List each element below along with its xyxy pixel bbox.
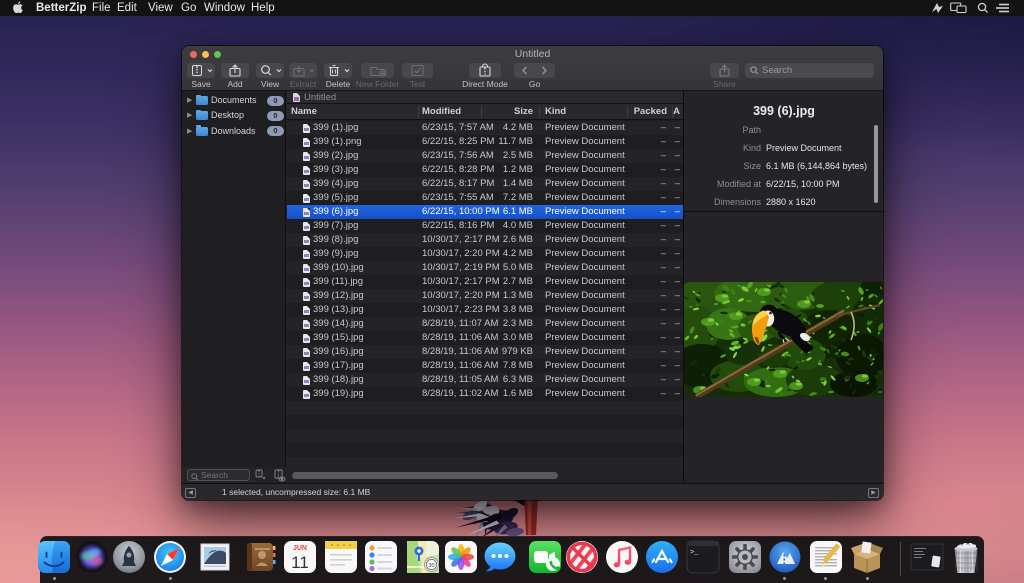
- svg-text:JUN: JUN: [293, 545, 307, 552]
- svg-text:11: 11: [291, 553, 309, 572]
- svg-text:30: 30: [428, 563, 434, 569]
- svg-text:>_: >_: [690, 549, 699, 557]
